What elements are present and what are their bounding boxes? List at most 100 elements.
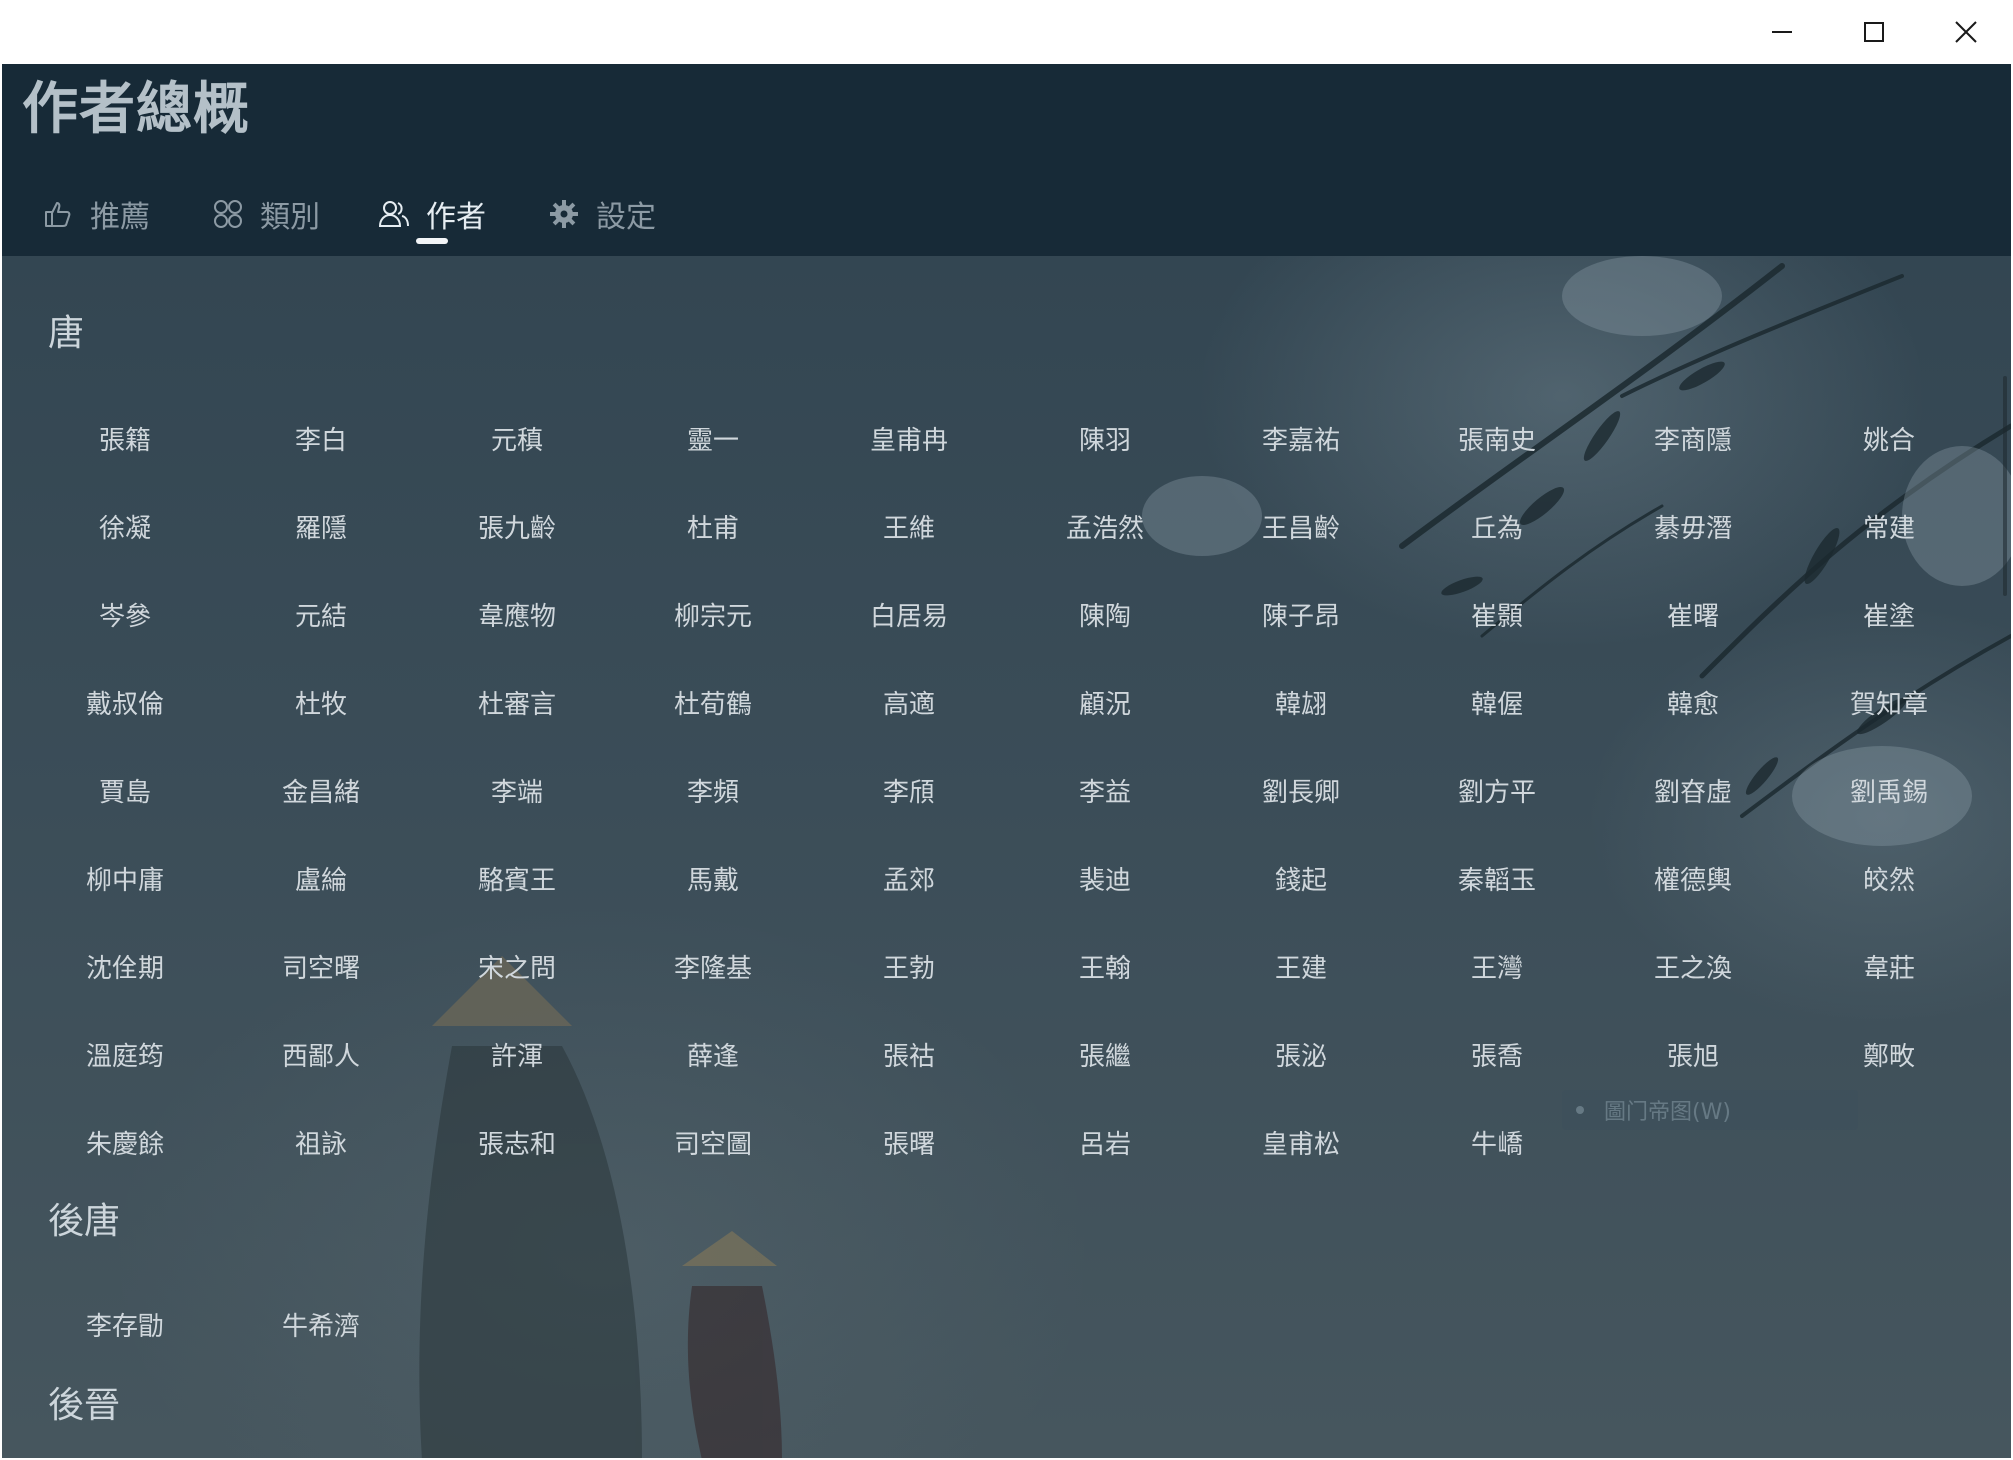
author-item[interactable]: 王建 [1203,922,1399,1010]
author-item[interactable]: 韓偓 [1399,658,1595,746]
tab-settings[interactable]: 設定 [548,184,656,244]
author-item[interactable]: 牛希濟 [223,1280,419,1368]
author-item[interactable]: 王維 [811,482,1007,570]
category-icon [212,198,244,230]
author-item[interactable]: 張籍 [27,394,223,482]
author-item[interactable]: 賀知章 [1791,658,1987,746]
author-item[interactable]: 李商隱 [1595,394,1791,482]
author-item[interactable]: 李白 [223,394,419,482]
author-item[interactable]: 張曙 [811,1098,1007,1186]
author-item[interactable]: 崔顥 [1399,570,1595,658]
author-item[interactable]: 皇甫松 [1203,1098,1399,1186]
author-list-content[interactable]: 唐 張籍 李白 元稹 靈一 皇甫冉 陳羽 李嘉祐 張南史 李商隱 姚合徐凝 羅隱 張九齡 杜甫 王維 孟浩然… [2,256,2011,1458]
tab-authors[interactable]: 作者 [378,184,486,244]
author-item[interactable]: 李頻 [615,746,811,834]
author-item[interactable]: 司空圖 [615,1098,811,1186]
author-item[interactable]: 崔塗 [1791,570,1987,658]
author-item[interactable]: 張喬 [1399,1010,1595,1098]
author-item[interactable]: 崔曙 [1595,570,1791,658]
author-item[interactable]: 王勃 [811,922,1007,1010]
author-item[interactable]: 張旭 [1595,1010,1791,1098]
author-item[interactable]: 張繼 [1007,1010,1203,1098]
author-item[interactable]: 呂岩 [1007,1098,1203,1186]
author-item[interactable]: 孟郊 [811,834,1007,922]
author-item[interactable]: 宋之問 [419,922,615,1010]
author-item[interactable]: 王昌齡 [1203,482,1399,570]
author-item[interactable]: 李嘉祐 [1203,394,1399,482]
author-item[interactable]: 張南史 [1399,394,1595,482]
author-item[interactable]: 杜甫 [615,482,811,570]
author-item[interactable]: 金昌緒 [223,746,419,834]
author-item[interactable]: 柳中庸 [27,834,223,922]
author-item[interactable]: 錢起 [1203,834,1399,922]
minimize-button[interactable] [1736,0,1828,64]
author-item[interactable]: 元結 [223,570,419,658]
author-item[interactable]: 常建 [1791,482,1987,570]
tab-recommend[interactable]: 推薦 [42,184,150,244]
close-button[interactable] [1920,0,2011,64]
author-item[interactable]: 靈一 [615,394,811,482]
vertical-scrollbar[interactable] [2003,376,2007,596]
author-item[interactable]: 劉昚虛 [1595,746,1791,834]
author-item[interactable]: 馬戴 [615,834,811,922]
author-item[interactable]: 皎然 [1791,834,1987,922]
tab-category[interactable]: 類別 [212,184,320,244]
author-item[interactable]: 許渾 [419,1010,615,1098]
author-item[interactable]: 姚合 [1791,394,1987,482]
author-item[interactable]: 鄭畋 [1791,1010,1987,1098]
author-item[interactable]: 陳子昂 [1203,570,1399,658]
author-item[interactable]: 徐凝 [27,482,223,570]
author-item[interactable]: 陳羽 [1007,394,1203,482]
author-item[interactable]: 駱賓王 [419,834,615,922]
author-item[interactable]: 裴迪 [1007,834,1203,922]
author-item[interactable]: 陳陶 [1007,570,1203,658]
author-item[interactable]: 李益 [1007,746,1203,834]
author-item[interactable]: 羅隱 [223,482,419,570]
author-item[interactable]: 戴叔倫 [27,658,223,746]
author-item[interactable]: 李端 [419,746,615,834]
author-item[interactable]: 朱慶餘 [27,1098,223,1186]
author-item[interactable]: 沈佺期 [27,922,223,1010]
author-item[interactable]: 張志和 [419,1098,615,1186]
author-item[interactable]: 岑參 [27,570,223,658]
author-item[interactable]: 張九齡 [419,482,615,570]
author-item[interactable]: 韋應物 [419,570,615,658]
author-item[interactable]: 韓翃 [1203,658,1399,746]
author-item[interactable]: 杜荀鶴 [615,658,811,746]
author-item[interactable]: 元稹 [419,394,615,482]
author-item[interactable]: 劉方平 [1399,746,1595,834]
author-item[interactable]: 薛逢 [615,1010,811,1098]
author-item[interactable]: 丘為 [1399,482,1595,570]
author-item[interactable]: 杜牧 [223,658,419,746]
author-item[interactable]: 韓愈 [1595,658,1791,746]
author-item[interactable]: 劉禹錫 [1791,746,1987,834]
author-item[interactable]: 李頎 [811,746,1007,834]
author-item[interactable]: 賈島 [27,746,223,834]
author-item[interactable]: 高適 [811,658,1007,746]
maximize-button[interactable] [1828,0,1920,64]
author-item[interactable]: 綦毋潛 [1595,482,1791,570]
author-item[interactable]: 王之渙 [1595,922,1791,1010]
author-item[interactable]: 柳宗元 [615,570,811,658]
author-item[interactable]: 溫庭筠 [27,1010,223,1098]
section-title-tang: 唐 [48,313,85,354]
author-item[interactable]: 李存勖 [27,1280,223,1368]
author-item[interactable]: 盧綸 [223,834,419,922]
author-item[interactable]: 秦韜玉 [1399,834,1595,922]
author-item[interactable]: 權德輿 [1595,834,1791,922]
author-item[interactable]: 祖詠 [223,1098,419,1186]
author-item[interactable]: 劉長卿 [1203,746,1399,834]
author-item[interactable]: 西鄙人 [223,1010,419,1098]
author-item[interactable]: 顧況 [1007,658,1203,746]
author-item[interactable]: 司空曙 [223,922,419,1010]
author-item[interactable]: 孟浩然 [1007,482,1203,570]
author-item[interactable]: 王灣 [1399,922,1595,1010]
author-item[interactable]: 皇甫冉 [811,394,1007,482]
author-item[interactable]: 白居易 [811,570,1007,658]
author-item[interactable]: 李隆基 [615,922,811,1010]
author-item[interactable]: 張泌 [1203,1010,1399,1098]
author-item[interactable]: 韋莊 [1791,922,1987,1010]
author-item[interactable]: 張祜 [811,1010,1007,1098]
author-item[interactable]: 王翰 [1007,922,1203,1010]
author-item[interactable]: 杜審言 [419,658,615,746]
